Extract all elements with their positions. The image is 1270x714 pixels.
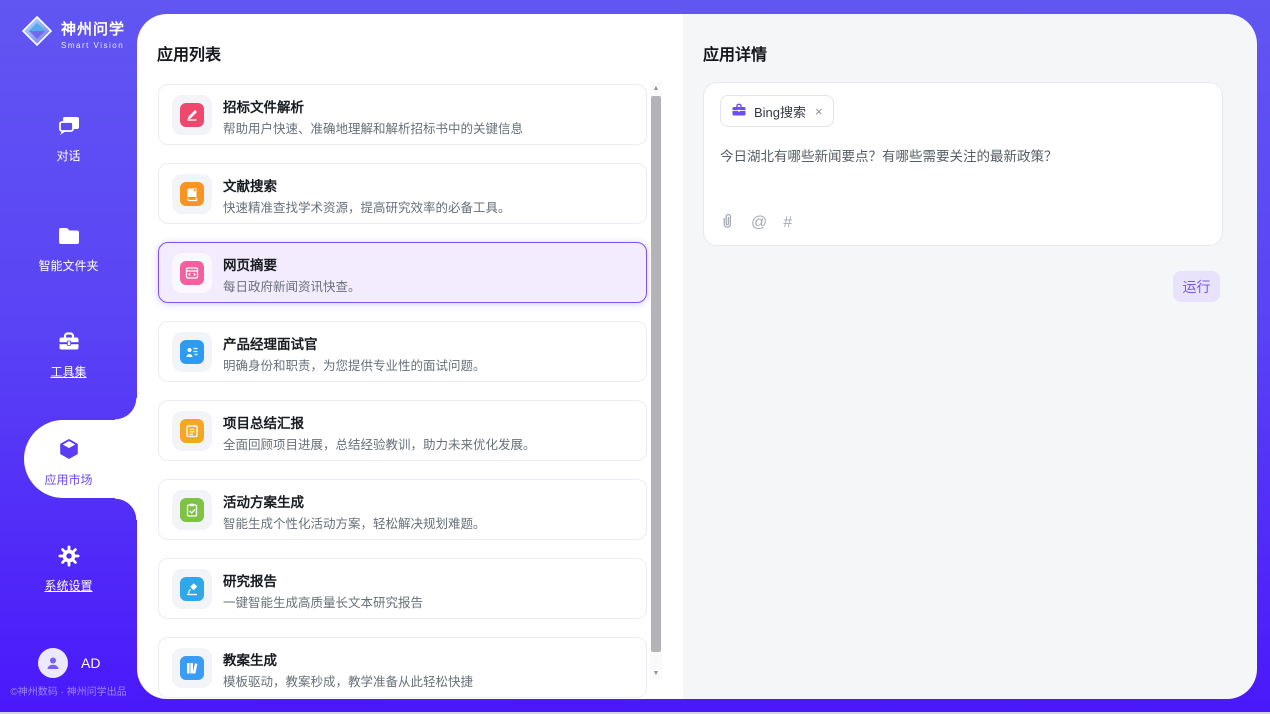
brand-subtitle: Smart Vision [61, 41, 125, 50]
app-card-literature-search[interactable]: 文献搜索 快速精准查找学术资源，提高研究效率的必备工具。 [158, 163, 647, 224]
gem-diamond-icon [21, 15, 53, 52]
sidebar: 神州问学 Smart Vision 对话 智能文件夹 [0, 0, 137, 714]
app-card-lesson-plan[interactable]: 教案生成 模板驱动，教案秒成，教学准备从此轻松快捷 [158, 637, 647, 698]
webpage-code-icon [180, 261, 204, 285]
microscope-icon [180, 577, 204, 601]
sidebar-item-smart-folder[interactable]: 智能文件夹 [0, 222, 137, 274]
app-card-event-plan[interactable]: 活动方案生成 智能生成个性化活动方案，轻松解决规划难题。 [158, 479, 647, 540]
close-icon[interactable]: × [815, 104, 823, 119]
input-toolbar: @ # [720, 212, 792, 233]
sidebar-item-label: 系统设置 [44, 577, 92, 594]
sidebar-item-label: 对话 [56, 147, 80, 164]
query-text[interactable]: 今日湖北有哪些新闻要点？有哪些需要关注的最新政策？ [720, 145, 1206, 165]
document-edit-icon [180, 103, 204, 127]
scroll-down-icon[interactable]: ▼ [650, 670, 662, 677]
app-detail-panel: 应用详情 Bing搜索 × 今日湖北有哪些新闻要点？有哪些需要关注的最新政 [683, 14, 1257, 699]
app-card-title: 项目总结汇报 [223, 412, 304, 432]
app-card-title: 教案生成 [223, 649, 277, 669]
sidebar-item-settings[interactable]: 系统设置 [0, 542, 137, 594]
chat-bubbles-icon [0, 112, 137, 140]
toolbox-icon [0, 328, 137, 356]
scroll-up-icon[interactable]: ▲ [650, 85, 662, 92]
app-card-research-report[interactable]: 研究报告 一键智能生成高质量长文本研究报告 [158, 558, 647, 619]
app-card-desc: 每日政府新闻资讯快查。 [223, 276, 361, 295]
interviewer-icon [180, 340, 204, 364]
app-card-title: 活动方案生成 [223, 491, 304, 511]
brand-logo: 神州问学 Smart Vision [21, 15, 125, 52]
brand-name: 神州问学 [61, 18, 125, 39]
hash-tag-icon[interactable]: # [783, 215, 792, 231]
app-card-desc: 快速精准查找学术资源，提高研究效率的必备工具。 [223, 197, 511, 216]
app-card-project-summary[interactable]: 项目总结汇报 全面回顾项目进展，总结经验教训，助力未来优化发展。 [158, 400, 647, 461]
app-card-webpage-summary[interactable]: 网页摘要 每日政府新闻资讯快查。 [158, 242, 647, 303]
book-icon [180, 182, 204, 206]
sidebar-item-chat[interactable]: 对话 [0, 112, 137, 164]
app-card-title: 产品经理面试官 [223, 333, 318, 353]
sidebar-item-app-market[interactable]: 应用市场 [0, 436, 137, 488]
app-detail-title: 应用详情 [703, 41, 767, 65]
app-card-title: 招标文件解析 [223, 96, 304, 116]
report-notes-icon [180, 419, 204, 443]
app-list-panel: 应用列表 招标文件解析 帮助用户快速、准确地理解和解析招标书中的关键信息 [137, 14, 683, 699]
gear-icon [0, 542, 137, 570]
clipboard-check-icon [180, 498, 204, 522]
app-card-desc: 模板驱动，教案秒成，教学准备从此轻松快捷 [223, 671, 473, 690]
copyright-footer: ©神州数码 · 神州问学出品 [0, 683, 137, 698]
sidebar-item-label: 智能文件夹 [38, 257, 98, 274]
app-card-title: 文献搜索 [223, 175, 277, 195]
user-name: AD [81, 655, 100, 671]
paperclip-icon[interactable] [720, 212, 735, 233]
briefcase-icon [731, 102, 747, 121]
user-avatar-icon [38, 648, 68, 678]
app-card-pm-interviewer[interactable]: 产品经理面试官 明确身份和职责，为您提供专业性的面试问题。 [158, 321, 647, 382]
sidebar-item-label: 工具集 [50, 363, 86, 380]
main-content: 应用列表 招标文件解析 帮助用户快速、准确地理解和解析招标书中的关键信息 [137, 14, 1257, 699]
query-input-area[interactable]: Bing搜索 × 今日湖北有哪些新闻要点？有哪些需要关注的最新政策？ @ # [703, 82, 1223, 246]
app-card-desc: 全面回顾项目进展，总结经验教训，助力未来优化发展。 [223, 434, 536, 453]
at-mention-icon[interactable]: @ [751, 215, 767, 231]
folder-icon [0, 222, 137, 250]
app-card-desc: 一键智能生成高质量长文本研究报告 [223, 592, 423, 611]
app-list-title: 应用列表 [157, 41, 221, 65]
app-card-desc: 明确身份和职责，为您提供专业性的面试问题。 [223, 355, 486, 374]
cube-icon [0, 436, 137, 464]
scrollbar-thumb[interactable] [651, 96, 661, 652]
app-card-title: 研究报告 [223, 570, 277, 590]
app-card-list: 招标文件解析 帮助用户快速、准确地理解和解析招标书中的关键信息 [158, 84, 647, 699]
tool-tag-label: Bing搜索 [754, 102, 806, 121]
app-card-desc: 智能生成个性化活动方案，轻松解决规划难题。 [223, 513, 486, 532]
user-account[interactable]: AD [38, 648, 100, 678]
tool-tag-bing-search[interactable]: Bing搜索 × [720, 95, 834, 127]
sidebar-item-label: 应用市场 [44, 471, 92, 488]
books-icon [180, 656, 204, 680]
sidebar-item-toolset[interactable]: 工具集 [0, 328, 137, 380]
run-button[interactable]: 运行 [1173, 271, 1220, 302]
app-list-scrollbar[interactable]: ▲ ▼ [650, 82, 662, 680]
app-card-desc: 帮助用户快速、准确地理解和解析招标书中的关键信息 [223, 118, 523, 137]
app-card-bid-document-parse[interactable]: 招标文件解析 帮助用户快速、准确地理解和解析招标书中的关键信息 [158, 84, 647, 145]
app-card-title: 网页摘要 [223, 254, 277, 274]
